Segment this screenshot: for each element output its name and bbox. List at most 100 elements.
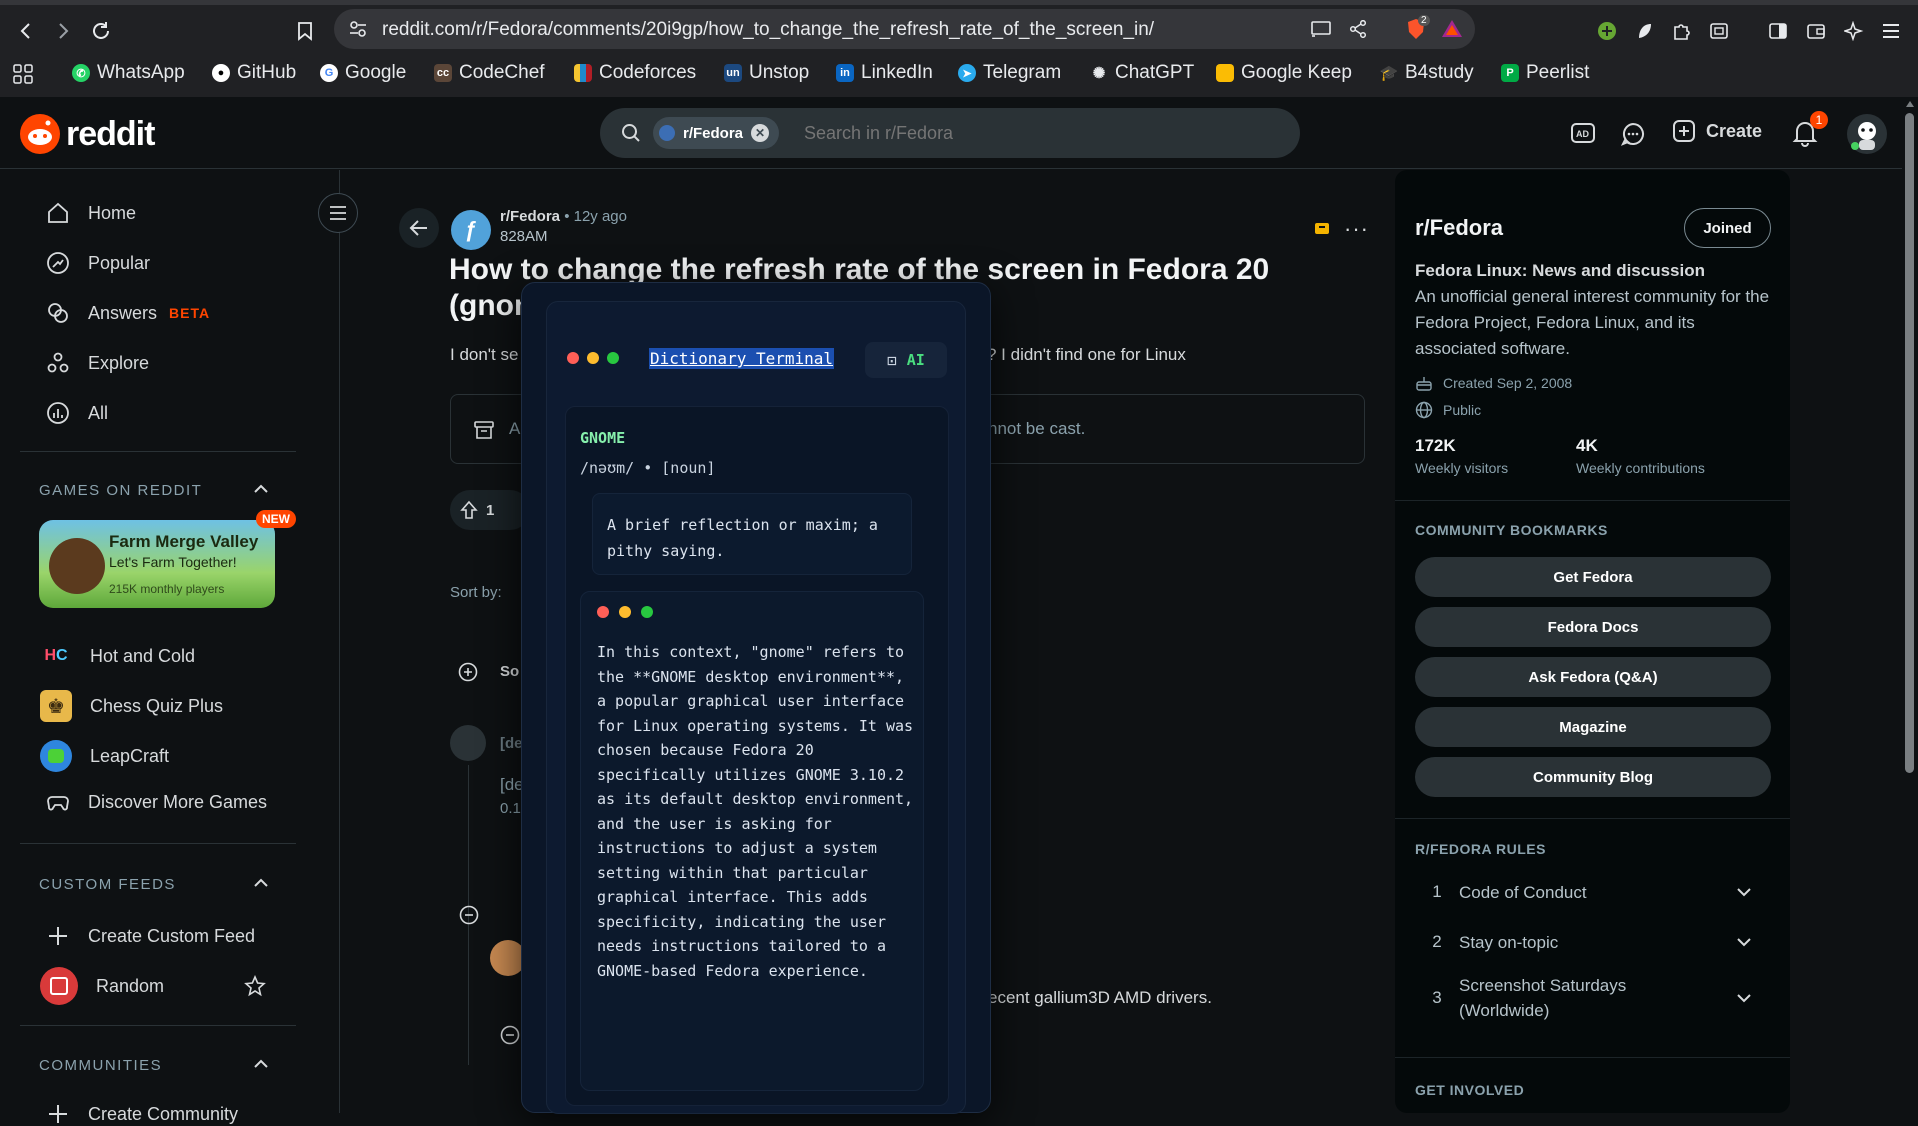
extension-green-button[interactable] (1591, 15, 1623, 47)
bookmark-telegram[interactable]: ➤ Telegram (958, 62, 1061, 84)
share-icon[interactable] (1348, 20, 1368, 38)
fedora-chip-icon (659, 125, 675, 141)
nav-popular[interactable]: Popular (46, 251, 150, 275)
add-comment-plus-icon[interactable] (458, 662, 478, 682)
address-bar[interactable]: reddit.com/r/Fedora/comments/20i9gp/how_… (334, 9, 1475, 49)
subreddit-filter-chip[interactable]: r/Fedora ✕ (653, 117, 780, 149)
bookmark-whatsapp[interactable]: ✆ WhatsApp (72, 62, 185, 84)
rule-item[interactable]: 1 Code of Conduct (1415, 872, 1771, 912)
bookmark-google-keep[interactable]: Google Keep (1216, 62, 1352, 84)
deleted-user-avatar (450, 725, 486, 761)
create-post-button[interactable]: Create (1672, 119, 1762, 143)
github-icon: ● (212, 64, 230, 82)
create-custom-feed[interactable]: Create Custom Feed (46, 924, 255, 948)
forward-button[interactable] (47, 15, 79, 47)
brave-shields-button[interactable]: 2 (1404, 15, 1430, 41)
linkedin-icon: in (836, 64, 854, 82)
bookmark-get-fedora[interactable]: Get Fedora (1415, 557, 1771, 597)
upvote-icon[interactable] (460, 500, 478, 520)
scroll-up-icon[interactable] (1906, 101, 1914, 107)
bookmark-peerlist[interactable]: P Peerlist (1501, 62, 1589, 84)
game-chess-quiz-plus[interactable]: ♚ Chess Quiz Plus (40, 690, 223, 722)
dictionary-terminal-title: Dictionary Terminal (649, 348, 835, 369)
post-author[interactable]: 828AM (500, 228, 548, 245)
favorite-star-icon[interactable] (244, 975, 266, 997)
telegram-icon: ➤ (958, 64, 976, 82)
search-input[interactable] (804, 121, 1264, 145)
weekly-contrib-label: Weekly contributions (1576, 460, 1705, 476)
bookmark-ask-fedora[interactable]: Ask Fedora (Q&A) (1415, 657, 1771, 697)
collapse-thread-icon[interactable] (459, 905, 479, 925)
menu-button[interactable] (1875, 15, 1907, 47)
collapse-thread-icon[interactable] (500, 1025, 520, 1045)
vote-count: 1 (486, 501, 495, 519)
discover-more-games[interactable]: Discover More Games (46, 790, 267, 814)
bookmark-linkedin[interactable]: in LinkedIn (836, 62, 933, 84)
nav-explore[interactable]: Explore (46, 351, 149, 375)
extension-leaf-button[interactable] (1629, 15, 1661, 47)
chip-close-icon[interactable]: ✕ (751, 124, 770, 142)
game-hot-and-cold[interactable]: HC Hot and Cold (40, 640, 195, 672)
search-bar[interactable]: r/Fedora ✕ (600, 108, 1300, 158)
collapse-chevron-icon[interactable] (252, 482, 270, 496)
bookmark-unstop[interactable]: un Unstop (724, 62, 809, 84)
divider (1395, 818, 1790, 819)
scrollbar-thumb[interactable] (1905, 113, 1914, 773)
cast-icon[interactable] (1310, 20, 1332, 38)
collapse-chevron-icon[interactable] (252, 876, 270, 890)
rule-item[interactable]: 2 Stay on-topic (1415, 922, 1771, 962)
page-scrollbar[interactable] (1902, 97, 1918, 1113)
divider (1395, 500, 1790, 501)
bookmark-google[interactable]: G Google (320, 62, 406, 84)
fedora-community-icon[interactable]: ƒ (451, 210, 491, 250)
bookmark-magazine[interactable]: Magazine (1415, 707, 1771, 747)
bookmark-github[interactable]: ● GitHub (212, 62, 296, 84)
featured-game-card[interactable]: Farm Merge Valley Let's Farm Together! 2… (39, 520, 275, 608)
bookmark-fedora-docs[interactable]: Fedora Docs (1415, 607, 1771, 647)
bookmark-codechef[interactable]: cc CodeChef (434, 62, 545, 84)
chess-king-icon: ♚ (40, 690, 72, 722)
chat-icon[interactable] (1620, 121, 1646, 147)
apps-grid-icon[interactable] (13, 64, 33, 84)
create-community[interactable]: Create Community (46, 1102, 238, 1126)
reddit-logo[interactable]: reddit (20, 114, 155, 154)
collapse-chevron-icon[interactable] (252, 1057, 270, 1071)
custom-feed-random[interactable]: Random (40, 967, 164, 1005)
wallet-button[interactable] (1800, 15, 1832, 47)
game-leapcraft[interactable]: LeapCraft (40, 740, 169, 772)
leaf-icon (1639, 24, 1651, 38)
back-button[interactable] (10, 15, 42, 47)
bookmark-star-button[interactable] (289, 15, 321, 47)
bookmark-community-blog[interactable]: Community Blog (1415, 757, 1771, 797)
reload-button[interactable] (85, 15, 117, 47)
post-subreddit-link[interactable]: r/Fedora (500, 208, 560, 225)
bookmark-b4study[interactable]: 🎓 B4study (1380, 62, 1474, 84)
browser-chrome: reddit.com/r/Fedora/comments/20i9gp/how_… (0, 0, 1918, 97)
extensions-button[interactable] (1666, 15, 1698, 47)
cow-mascot-icon (49, 538, 105, 594)
minimize-dot-icon[interactable] (587, 352, 599, 364)
bookmark-codeforces[interactable]: Codeforces (574, 62, 696, 84)
bookmark-chatgpt[interactable]: ✺ ChatGPT (1090, 62, 1195, 84)
notifications-button[interactable]: 1 (1792, 111, 1828, 149)
advertise-icon[interactable]: AD (1570, 121, 1596, 145)
chatgpt-icon: ✺ (1092, 65, 1106, 82)
sidebar-toggle-button[interactable] (1762, 15, 1794, 47)
maximize-dot-icon[interactable] (607, 352, 619, 364)
nav-home[interactable]: Home (46, 201, 136, 225)
divider (20, 451, 296, 452)
close-dot-icon[interactable] (567, 352, 579, 364)
leo-ai-button[interactable] (1838, 15, 1870, 47)
reader-mode-button[interactable] (1703, 15, 1735, 47)
brave-rewards-icon[interactable] (1440, 17, 1464, 41)
user-avatar[interactable] (1847, 114, 1887, 154)
post-options-ellipsis-icon[interactable]: ··· (1344, 216, 1369, 242)
hamburger-menu-icon (1883, 24, 1899, 38)
nav-answers[interactable]: Answers BETA (46, 301, 210, 325)
ai-toggle-button[interactable]: ⊡ AI (865, 342, 947, 378)
rule-item[interactable]: 3 Screenshot Saturdays (Worldwide) (1415, 970, 1771, 1026)
back-to-feed-button[interactable] (399, 208, 439, 248)
joined-button[interactable]: Joined (1684, 208, 1771, 248)
nav-all[interactable]: All (46, 401, 108, 425)
svg-text:AD: AD (1576, 129, 1589, 139)
